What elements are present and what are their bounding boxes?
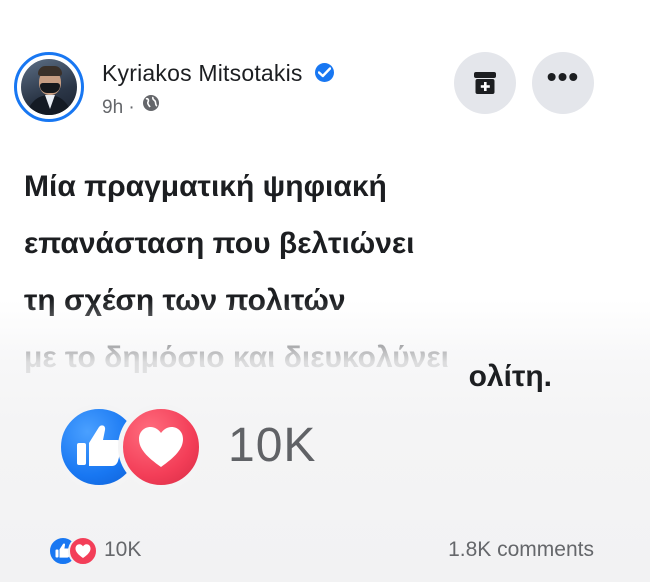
love-reaction-icon <box>118 404 204 490</box>
post-text-line: Μία πραγματική ψηφιακή <box>24 170 387 203</box>
meta-separator: · <box>128 97 135 119</box>
post-header: Kyriakos Mitsotakis 9h · ••• <box>14 52 610 132</box>
comments-count-link[interactable]: 1.8K comments <box>448 538 594 562</box>
post-text-partial-line: ολίτη. <box>468 360 552 393</box>
save-post-button[interactable] <box>454 52 516 114</box>
more-options-button[interactable]: ••• <box>532 52 594 114</box>
post-time[interactable]: 9h <box>102 97 123 118</box>
author-avatar[interactable] <box>14 52 84 122</box>
avatar-photo <box>21 59 77 115</box>
save-post-icon <box>474 72 496 94</box>
post-text-line: επανάσταση που βελτιώνει <box>24 227 415 260</box>
verified-badge-icon <box>315 63 335 83</box>
post-text-line: τη σχέση των πολιτών <box>24 284 346 317</box>
author-name[interactable]: Kyriakos Mitsotakis <box>102 60 303 86</box>
post-stats-bar: 10K 1.8K comments <box>0 530 650 574</box>
post-meta: 9h · <box>102 94 160 120</box>
globe-icon[interactable] <box>142 94 160 118</box>
more-options-icon: ••• <box>546 61 580 92</box>
author-name-row: Kyriakos Mitsotakis <box>102 60 335 87</box>
love-reaction-icon[interactable] <box>68 536 98 566</box>
post-text: Μία πραγματική ψηφιακή επανάσταση που βε… <box>24 158 624 386</box>
enlarged-reaction-count: 10K <box>228 419 317 472</box>
reaction-count[interactable]: 10K <box>104 538 141 562</box>
